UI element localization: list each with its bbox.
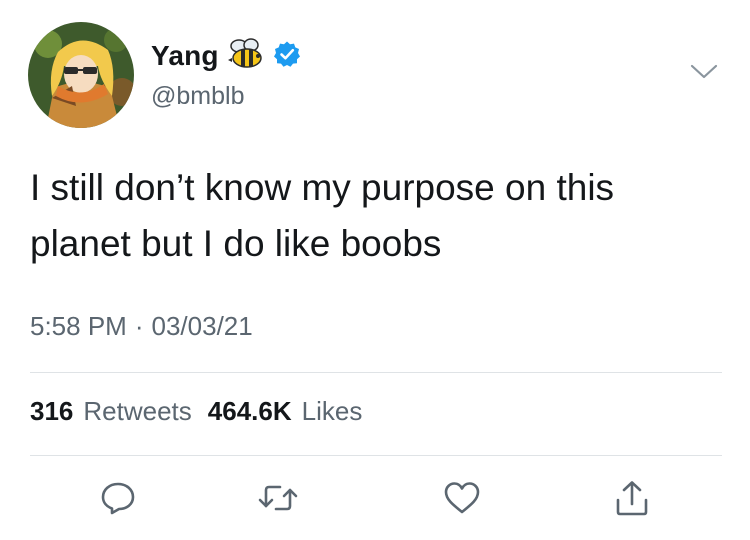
tweet-card: Yang @bmblb I still don’t know my purpos… xyxy=(0,0,750,540)
likes-label: Likes xyxy=(301,396,363,426)
timestamp[interactable]: 5:58 PM · 03/03/21 xyxy=(30,311,253,342)
likes-count: 464.6K xyxy=(207,396,292,426)
verified-badge-icon xyxy=(273,40,301,73)
divider xyxy=(30,372,722,373)
divider xyxy=(30,455,722,456)
retweets-label: Retweets xyxy=(83,396,192,426)
share-icon[interactable] xyxy=(610,476,654,520)
display-name[interactable]: Yang xyxy=(151,40,219,72)
retweet-icon[interactable] xyxy=(256,476,300,520)
author-name-row: Yang xyxy=(151,36,301,76)
retweets-count: 316 xyxy=(30,396,74,426)
retweets-stat[interactable]: 316 Retweets xyxy=(30,396,192,427)
tweet-text: I still don’t know my purpose on this pl… xyxy=(30,167,615,264)
tweet-date: 03/03/21 xyxy=(151,311,253,341)
bee-icon xyxy=(227,37,267,76)
reply-icon[interactable] xyxy=(96,476,140,520)
action-bar xyxy=(0,476,750,520)
chevron-down-icon[interactable] xyxy=(688,60,720,84)
timestamp-separator: · xyxy=(134,311,144,341)
user-handle[interactable]: @bmblb xyxy=(151,82,244,111)
avatar-image xyxy=(28,22,134,128)
engagement-stats: 316 Retweets 464.6K Likes xyxy=(30,396,362,427)
likes-stat[interactable]: 464.6K Likes xyxy=(208,396,363,427)
tweet-time: 5:58 PM xyxy=(30,311,127,341)
avatar[interactable] xyxy=(28,22,134,128)
heart-icon[interactable] xyxy=(440,476,484,520)
